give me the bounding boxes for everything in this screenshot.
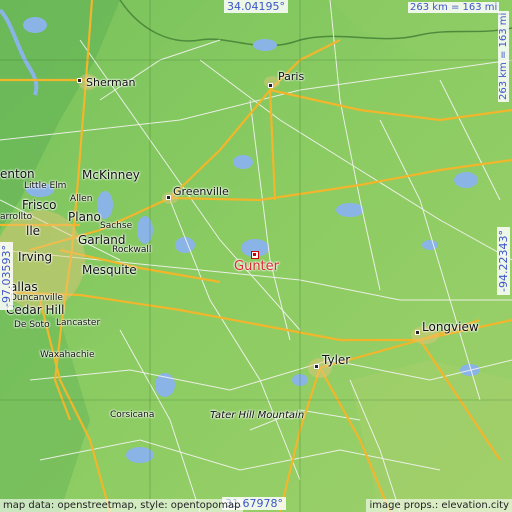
place-denton: enton bbox=[0, 167, 35, 181]
place-plano: Plano bbox=[68, 210, 101, 224]
target-marker-icon[interactable] bbox=[251, 251, 259, 259]
scale-vertical: 263 km = 163 mi bbox=[498, 10, 509, 102]
place-cedar-hill: Cedar Hill bbox=[6, 303, 65, 317]
place-mesquite: Mesquite bbox=[82, 263, 137, 277]
place-greenville: Greenville bbox=[173, 185, 229, 198]
place-paris: Paris bbox=[278, 70, 305, 83]
place-tater-hill: Tater Hill Mountain bbox=[210, 410, 305, 421]
place-carrollton: arrollto bbox=[0, 212, 33, 222]
map-credits: map data: openstreetmap, style: opentopo… bbox=[0, 499, 244, 512]
place-frisco: Frisco bbox=[22, 198, 57, 212]
longview-dot bbox=[415, 330, 420, 335]
place-longview: Longview bbox=[422, 320, 479, 334]
place-waxahachie: Waxahachie bbox=[40, 350, 95, 360]
greenville-dot bbox=[166, 195, 171, 200]
place-corsicana: Corsicana bbox=[110, 410, 155, 420]
scale-horizontal: 263 km = 163 mi bbox=[408, 2, 500, 13]
place-little-elm: Little Elm bbox=[24, 181, 67, 191]
place-tyler: Tyler bbox=[322, 353, 351, 367]
place-sherman: Sherman bbox=[86, 76, 136, 89]
sherman-dot bbox=[77, 78, 82, 83]
target-label[interactable]: Gunter bbox=[234, 259, 279, 274]
image-credits: image props.: elevation.city bbox=[366, 499, 512, 512]
place-dallas: allas bbox=[10, 280, 38, 294]
place-duncanville: Duncanville bbox=[10, 293, 63, 303]
place-desoto: De Soto bbox=[14, 320, 50, 330]
right-longitude: -94.22343° bbox=[497, 227, 510, 295]
place-sachse: Sachse bbox=[100, 221, 133, 231]
place-mckinney: McKinney bbox=[82, 168, 140, 182]
map-container[interactable]: Sherman Paris enton McKinney Little Elm … bbox=[0, 0, 512, 512]
top-latitude: 34.04195° bbox=[224, 0, 288, 13]
left-longitude: -97.03593° bbox=[0, 242, 13, 310]
place-lancaster: Lancaster bbox=[56, 318, 101, 328]
place-rockwall: Rockwall bbox=[112, 245, 152, 255]
place-irving: Irving bbox=[18, 250, 53, 264]
place-allen: Allen bbox=[70, 194, 93, 204]
tyler-dot bbox=[314, 364, 319, 369]
place-lle: lle bbox=[26, 224, 41, 238]
paris-dot bbox=[268, 83, 273, 88]
